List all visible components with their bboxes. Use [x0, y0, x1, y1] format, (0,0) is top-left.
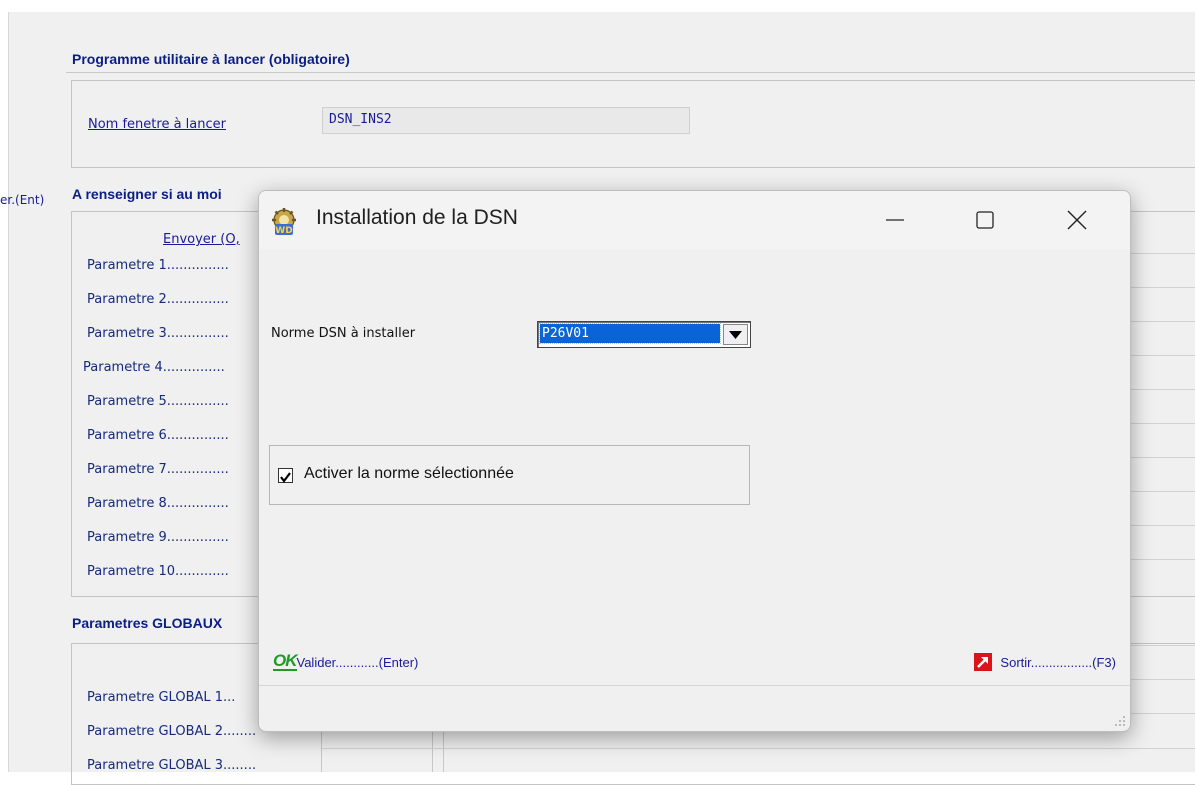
section-title-globaux: Parametres GLOBAUX — [72, 615, 223, 631]
sortir-button[interactable]: Sortir.................(F3) — [974, 651, 1116, 673]
section-title-renseigner: A renseigner si au moi — [72, 186, 222, 202]
global-parameter-label: Parametre GLOBAL 2........ — [87, 724, 257, 739]
parameter-label: Parametre 3............... — [87, 326, 229, 341]
parameter-label: Parametre 6............... — [87, 428, 229, 443]
exit-arrow-icon — [974, 653, 993, 671]
parameter-label: Parametre 10............. — [87, 564, 229, 579]
dialog-separator — [259, 685, 1130, 686]
windev-app-icon: WD — [269, 207, 299, 237]
parameter-label: Parametre 1............... — [87, 258, 229, 273]
valider-button[interactable]: OK Valider............(Enter) — [273, 651, 418, 673]
ok-icon: OK — [273, 651, 297, 671]
activation-group: Activer la norme sélectionnée — [269, 445, 750, 505]
norme-dsn-selected-value[interactable]: P26V01 — [539, 323, 721, 344]
maximize-button[interactable] — [956, 191, 1014, 249]
dropdown-button[interactable] — [723, 324, 748, 345]
column-divider — [432, 730, 433, 772]
dialog-title: Installation de la DSN — [316, 206, 518, 229]
maximize-icon — [976, 211, 994, 229]
minimize-button[interactable] — [866, 191, 924, 249]
close-icon — [1067, 210, 1087, 230]
field-nom-fenetre[interactable]: DSN_INS2 — [322, 107, 690, 134]
svg-text:WD: WD — [275, 226, 292, 236]
global-parameter-label: Parametre GLOBAL 1... — [87, 690, 236, 705]
resize-grip-icon[interactable] — [1114, 715, 1126, 727]
parameter-label: Parametre 7............... — [87, 462, 229, 477]
row-divider — [322, 748, 1195, 749]
section-title-programme: Programme utilitaire à lancer (obligatoi… — [72, 51, 350, 67]
activer-norme-label[interactable]: Activer la norme sélectionnée — [304, 465, 514, 483]
norme-dsn-label: Norme DSN à installer — [271, 326, 416, 341]
column-header-envoyer: Envoyer (O, — [163, 232, 240, 247]
valider-label: Valider............(Enter) — [296, 654, 419, 670]
divider — [66, 72, 1195, 73]
minimize-icon — [886, 219, 904, 221]
activer-norme-checkbox[interactable] — [278, 468, 293, 483]
column-divider — [321, 730, 322, 772]
parameter-label: Parametre 4............... — [83, 360, 225, 375]
parameter-label: Parametre 2............... — [87, 292, 229, 307]
dialog-installation-dsn: WD Installation de la DSN Norme DSN à in… — [258, 190, 1131, 732]
checkmark-icon — [280, 472, 291, 483]
dialog-titlebar[interactable]: WD Installation de la DSN — [259, 191, 1130, 249]
column-divider — [443, 730, 444, 772]
chevron-down-icon — [729, 330, 742, 339]
norme-dsn-combobox[interactable]: P26V01 — [537, 321, 751, 348]
close-button[interactable] — [1048, 191, 1106, 249]
parameter-label: Parametre 5............... — [87, 394, 229, 409]
global-parameter-label: Parametre GLOBAL 3........ — [87, 758, 257, 773]
cut-off-label: er.(Ent) — [0, 193, 45, 207]
sortir-label: Sortir.................(F3) — [1000, 654, 1116, 670]
field-label-nom-fenetre[interactable]: Nom fenetre à lancer — [88, 117, 226, 132]
parameter-label: Parametre 8............... — [87, 496, 229, 511]
parameter-label: Parametre 9............... — [87, 530, 229, 545]
